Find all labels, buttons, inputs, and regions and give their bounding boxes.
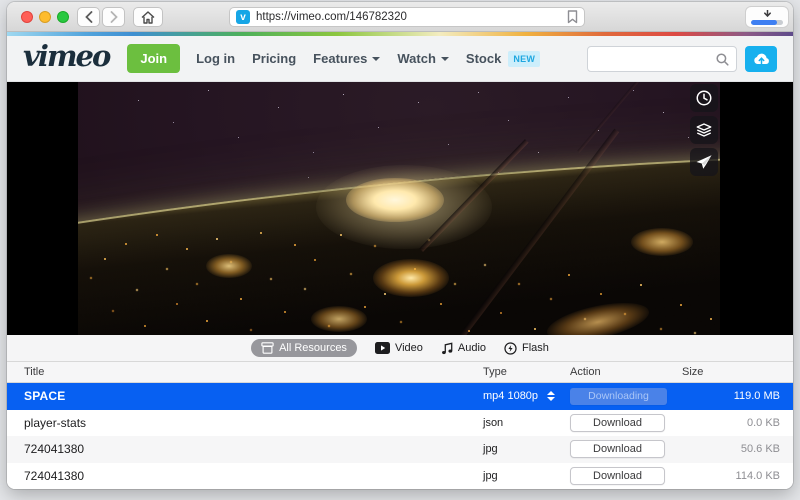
nav-link-watch[interactable]: Watch	[397, 51, 449, 66]
row-type: mp4 1080p	[483, 390, 570, 402]
home-icon	[141, 10, 155, 24]
paper-plane-icon	[696, 155, 712, 169]
upload-cloud-icon	[753, 53, 769, 64]
row-size: 119.0 MB	[733, 390, 780, 403]
row-title: SPACE	[24, 389, 66, 404]
video-player[interactable]	[7, 82, 793, 335]
city-cluster	[373, 259, 449, 297]
downloading-button: Downloading	[570, 387, 667, 405]
table-row[interactable]: player-stats json Download 0.0 KB	[7, 409, 793, 436]
sea-glint	[346, 178, 444, 222]
watch-later-button[interactable]	[690, 84, 718, 112]
nav-link-stock-label: Stock	[465, 51, 502, 66]
nav-link-login[interactable]: Log in	[196, 51, 235, 66]
row-type: jpg	[483, 443, 498, 456]
column-action[interactable]: Action	[570, 366, 675, 378]
browser-titlebar: v https://vimeo.com/146782320	[7, 2, 793, 32]
download-progress-button[interactable]	[745, 6, 789, 28]
search-input[interactable]	[588, 46, 736, 71]
table-header: Title Type Action Size	[7, 361, 793, 383]
resource-filter-bar: All Resources Video Audio Flash	[7, 335, 793, 361]
search-icon	[716, 52, 729, 66]
row-size: 0.0 KB	[746, 416, 780, 429]
column-type[interactable]: Type	[483, 366, 570, 378]
home-button[interactable]	[133, 7, 163, 27]
type-stepper-icon[interactable]	[547, 391, 556, 402]
minimize-window-button[interactable]	[39, 11, 51, 23]
city-cluster	[631, 228, 693, 256]
vimeo-logo[interactable]: vimeo	[23, 42, 111, 75]
upload-button[interactable]	[745, 45, 777, 72]
collections-button[interactable]	[690, 116, 718, 144]
vimeo-favicon-icon: v	[236, 10, 250, 24]
browser-window: v https://vimeo.com/146782320 vimeo Join…	[7, 2, 793, 489]
row-action: Download	[570, 466, 675, 485]
filter-audio[interactable]: Audio	[441, 342, 486, 355]
nav-link-features-label: Features	[313, 51, 368, 66]
earth-video-frame[interactable]	[78, 82, 720, 335]
filter-all-resources[interactable]: All Resources	[251, 339, 357, 357]
row-title: 724041380	[24, 468, 85, 483]
chevron-down-icon	[440, 56, 449, 61]
nav-link-pricing[interactable]: Pricing	[252, 51, 296, 66]
forward-button[interactable]	[102, 7, 125, 27]
nav-link-features[interactable]: Features	[313, 51, 381, 66]
row-title: 724041380	[24, 442, 85, 457]
row-size: 114.0 KB	[735, 469, 780, 482]
forward-chevron-icon	[110, 11, 118, 23]
city-cluster	[206, 254, 252, 278]
nav-link-stock[interactable]: Stock NEW	[465, 50, 541, 67]
table-row[interactable]: SPACE mp4 1080p Downloading 119.0 MB	[7, 383, 793, 410]
row-action: Download	[570, 413, 675, 432]
download-arrow-icon	[763, 9, 771, 17]
row-title: player-stats	[24, 415, 87, 430]
column-size[interactable]: Size	[675, 366, 793, 378]
video-play-icon	[374, 342, 390, 354]
flash-bolt-circle-icon	[504, 341, 517, 355]
bookmark-icon[interactable]	[567, 10, 578, 24]
music-note-icon	[441, 342, 453, 354]
filter-video[interactable]: Video	[374, 342, 423, 354]
new-badge: NEW	[508, 50, 541, 67]
back-button[interactable]	[77, 7, 100, 27]
filter-flash-label: Flash	[522, 342, 549, 354]
url-bar[interactable]: v https://vimeo.com/146782320	[229, 7, 585, 27]
back-chevron-icon	[84, 11, 92, 23]
city-cluster	[311, 306, 367, 332]
table-row[interactable]: 724041380 jpg Download 114.0 KB	[7, 462, 793, 489]
city-lights-decor	[78, 82, 80, 84]
column-title[interactable]: Title	[18, 366, 483, 378]
share-button[interactable]	[690, 148, 718, 176]
row-type: json	[483, 416, 504, 429]
url-text: https://vimeo.com/146782320	[256, 11, 407, 23]
table-row[interactable]: 724041380 jpg Download 50.6 KB	[7, 436, 793, 463]
vimeo-navbar: vimeo Join Log in Pricing Features Watch…	[7, 36, 793, 82]
download-button[interactable]: Download	[570, 413, 665, 432]
filter-audio-label: Audio	[457, 342, 487, 354]
player-overlay-buttons	[690, 84, 718, 176]
row-action: Download	[570, 440, 675, 459]
close-window-button[interactable]	[21, 11, 33, 23]
join-button[interactable]: Join	[127, 44, 181, 73]
clock-icon	[696, 90, 712, 106]
download-button[interactable]: Download	[570, 440, 665, 459]
download-progress-bar	[751, 19, 783, 25]
archive-box-icon	[261, 342, 274, 354]
search-box	[587, 45, 737, 72]
filter-video-label: Video	[394, 342, 423, 354]
layers-icon	[696, 123, 712, 137]
filter-all-resources-label: All Resources	[279, 342, 347, 354]
download-progress-fill	[751, 19, 777, 25]
type-value: mp4 1080p	[483, 390, 539, 403]
row-action: Downloading	[570, 387, 675, 405]
chevron-down-icon	[372, 56, 381, 61]
row-type: jpg	[483, 469, 498, 482]
nav-link-watch-label: Watch	[397, 51, 436, 66]
download-button[interactable]: Download	[570, 466, 665, 485]
filter-flash[interactable]: Flash	[504, 341, 549, 355]
zoom-window-button[interactable]	[57, 11, 69, 23]
row-size: 50.6 KB	[740, 443, 780, 456]
